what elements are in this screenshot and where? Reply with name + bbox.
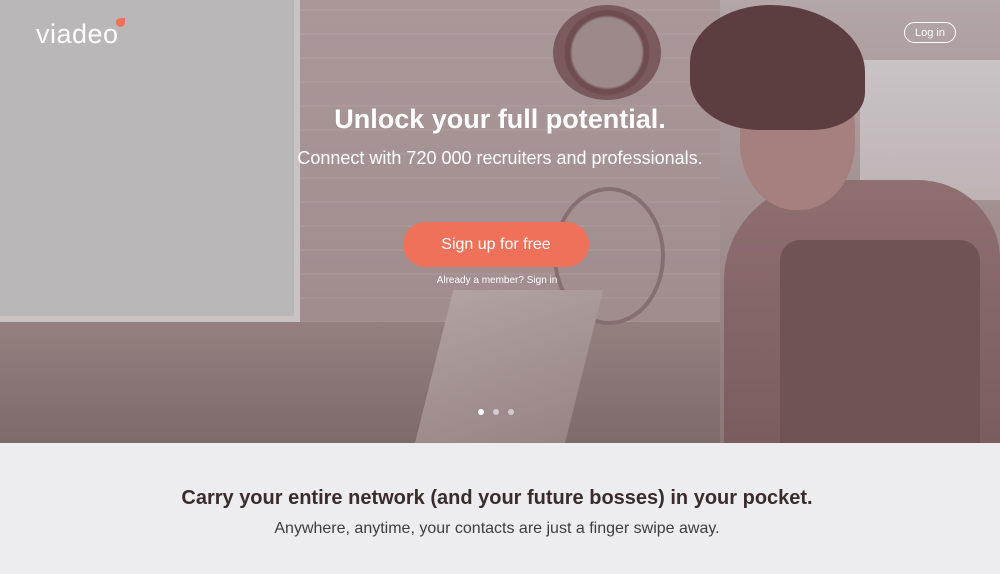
hero-headline: Unlock your full potential. (334, 104, 666, 134)
section-title: Carry your entire network (and your futu… (181, 487, 813, 509)
counter-image (0, 322, 720, 443)
carousel-indicators (478, 409, 514, 415)
apron-image (780, 240, 980, 443)
carousel-dot-1[interactable] (478, 409, 484, 415)
viadeo-logo[interactable]: viadeo (36, 19, 119, 50)
member-signin-line: Already a member? Sign in (0, 275, 994, 286)
logo-accent-icon (116, 18, 125, 27)
clock-image (553, 5, 661, 100)
login-button[interactable]: Log in (904, 22, 956, 43)
member-prompt: Already a member? (436, 275, 524, 286)
carousel-dot-3[interactable] (508, 409, 514, 415)
hero-subheadline: Connect with 720 000 recruiters and prof… (297, 148, 703, 168)
signin-link[interactable]: Sign in (527, 275, 558, 286)
carousel-dot-2[interactable] (493, 409, 499, 415)
signup-button[interactable]: Sign up for free (403, 222, 589, 267)
section-subtitle: Anywhere, anytime, your contacts are jus… (274, 520, 720, 537)
